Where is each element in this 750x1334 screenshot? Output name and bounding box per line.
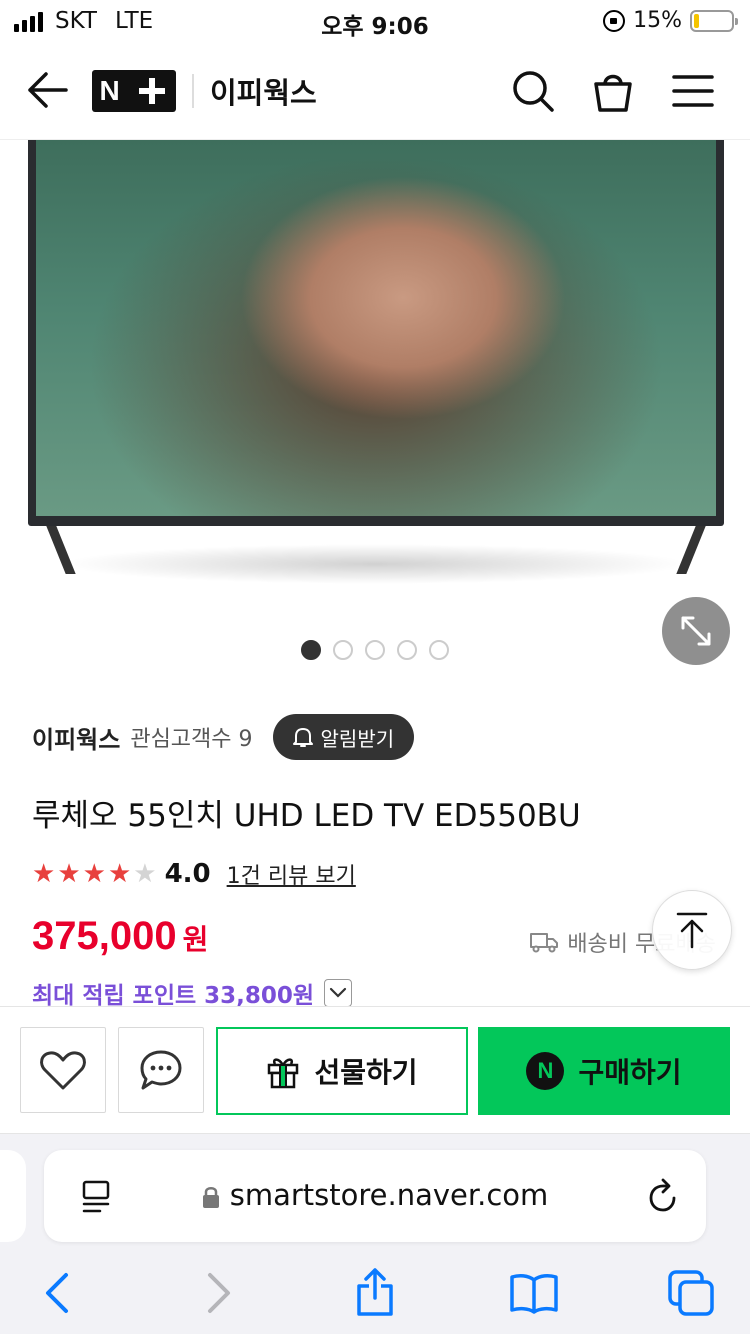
store-info-row: 이피웍스 관심고객수 9 알림받기 (32, 714, 415, 760)
expand-image-button[interactable] (662, 597, 730, 665)
arrow-up-icon (676, 912, 708, 949)
rating-stars: ★ ★ ★ ★ ★ (32, 861, 157, 887)
gift-label: 선물하기 (314, 1056, 418, 1089)
header-divider (192, 74, 194, 108)
star-filled-icon: ★ (107, 859, 132, 889)
product-store-name[interactable]: 이피웍스 (32, 720, 120, 755)
chat-bubble-icon (140, 1050, 182, 1090)
rating-value: 4.0 (164, 859, 211, 889)
orientation-lock-icon (603, 9, 626, 32)
naver-plus-logo[interactable]: N (92, 70, 176, 112)
gallery-dot[interactable] (429, 640, 449, 660)
header-store-name[interactable]: 이피웍스 (210, 70, 317, 112)
bookmarks-button[interactable] (508, 1268, 560, 1318)
gallery-dot[interactable] (301, 640, 321, 660)
notify-button[interactable]: 알림받기 (272, 714, 415, 760)
naver-pay-icon: N (526, 1052, 565, 1090)
back-button[interactable] (26, 70, 70, 110)
hamburger-menu-icon (672, 75, 714, 107)
review-link[interactable]: 1건 리뷰 보기 (227, 858, 356, 890)
price-row: 375,000 원 (32, 914, 208, 959)
share-icon (357, 1268, 393, 1316)
points-expand-button[interactable] (324, 979, 353, 1007)
reload-icon[interactable] (646, 1178, 680, 1214)
buy-label: 구매하기 (578, 1056, 682, 1089)
buy-button[interactable]: N 구매하기 (478, 1027, 730, 1115)
product-title: 루체오 55인치 UHD LED TV ED550BU (32, 798, 581, 834)
status-right: 15% (603, 8, 738, 33)
search-icon (513, 71, 554, 112)
url-display: smartstore.naver.com (44, 1178, 706, 1212)
store-header: N 이피웍스 (0, 42, 750, 140)
lock-icon (202, 1187, 219, 1208)
wishlist-button[interactable] (20, 1027, 106, 1113)
battery-icon (690, 9, 738, 32)
menu-button[interactable] (670, 68, 716, 114)
battery-level (694, 13, 699, 28)
arrow-left-icon (28, 72, 68, 108)
expand-icon (681, 616, 711, 646)
shopping-bag-icon (594, 74, 632, 112)
status-bar: SKT LTE 오후 9:06 15% (0, 0, 750, 42)
inquiry-button[interactable] (118, 1027, 204, 1113)
gallery-dot[interactable] (365, 640, 385, 660)
follower-count: 관심고객수 9 (130, 727, 253, 752)
previous-tab-peek[interactable] (0, 1150, 26, 1242)
star-empty-icon: ★ (133, 859, 157, 889)
logo-letter: N (99, 75, 120, 106)
browser-back-button[interactable] (32, 1268, 82, 1318)
search-button[interactable] (510, 68, 556, 114)
share-button[interactable] (350, 1268, 400, 1318)
tv-shadow (60, 544, 690, 584)
star-filled-icon: ★ (57, 859, 81, 889)
browser-forward-button[interactable] (194, 1268, 244, 1318)
heart-icon (40, 1051, 86, 1090)
price-unit: 원 (182, 923, 209, 956)
purchase-action-bar: 선물하기 N 구매하기 (0, 1006, 750, 1134)
address-bar[interactable]: smartstore.naver.com (44, 1150, 706, 1242)
bell-plus-icon (292, 728, 313, 747)
product-image-gallery[interactable] (0, 140, 750, 680)
gallery-pagination (0, 640, 750, 660)
points-row: 최대 적립 포인트 33,800원 (32, 976, 353, 1010)
gift-button[interactable]: 선물하기 (216, 1027, 468, 1115)
star-filled-icon: ★ (82, 859, 106, 889)
chevron-left-icon (46, 1273, 68, 1313)
tabs-button[interactable] (666, 1268, 716, 1318)
cart-button[interactable] (590, 68, 636, 114)
url-text: smartstore.naver.com (229, 1178, 549, 1212)
product-price: 375,000 (32, 914, 177, 958)
product-image-tv (28, 140, 724, 526)
tabs-icon (668, 1270, 714, 1316)
tv-screen-picture (36, 140, 716, 516)
notify-label: 알림받기 (320, 726, 395, 751)
chevron-right-icon (208, 1273, 230, 1313)
battery-percent: 15% (633, 8, 682, 33)
browser-toolbar: smartstore.naver.com (0, 1134, 750, 1334)
star-filled-icon: ★ (32, 859, 56, 889)
gallery-dot[interactable] (397, 640, 417, 660)
chevron-down-icon (329, 987, 347, 998)
gallery-dot[interactable] (333, 640, 353, 660)
book-icon (510, 1274, 558, 1314)
scroll-top-button[interactable] (652, 890, 732, 970)
rating-row: ★ ★ ★ ★ ★ 4.0 1건 리뷰 보기 (32, 858, 356, 890)
gift-icon (268, 1058, 299, 1089)
plus-icon (134, 74, 169, 108)
max-points: 최대 적립 포인트 33,800원 (32, 983, 315, 1009)
truck-icon (530, 933, 559, 953)
